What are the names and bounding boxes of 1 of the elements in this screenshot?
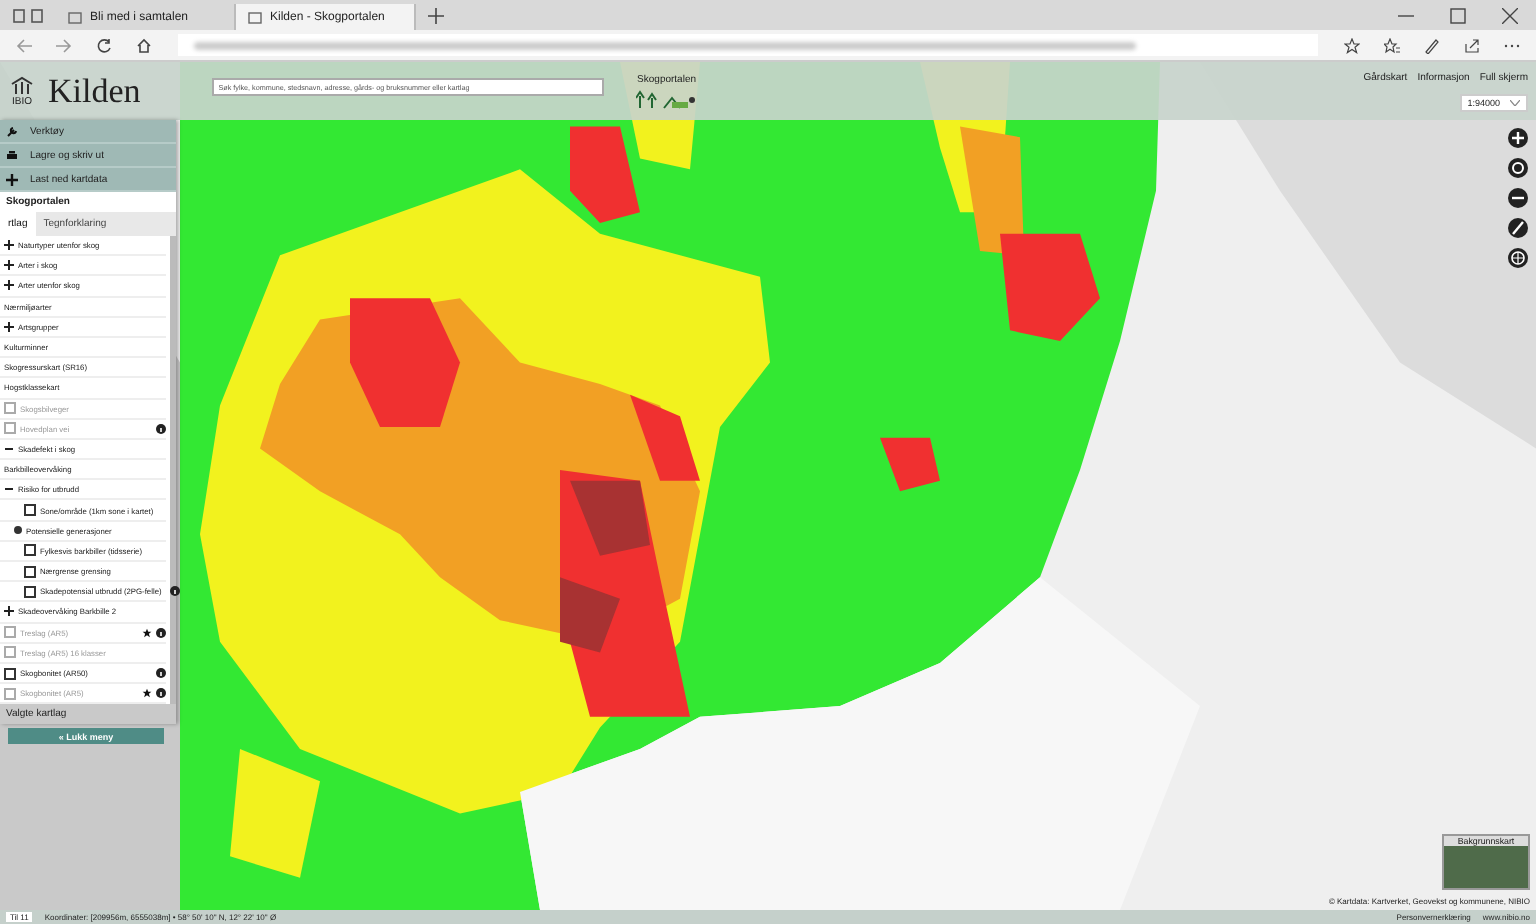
- app-title: Kilden: [48, 71, 141, 111]
